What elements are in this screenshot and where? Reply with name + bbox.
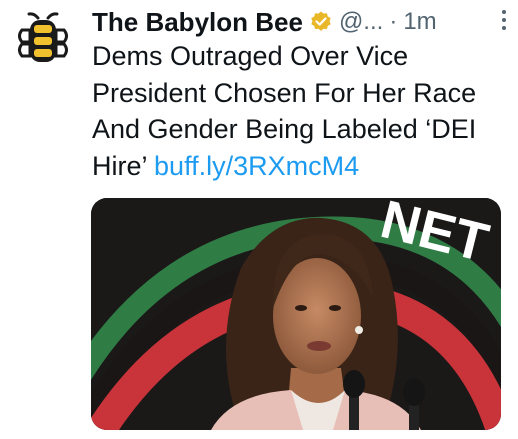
author-handle[interactable]: @... xyxy=(339,8,383,36)
more-options-icon[interactable] xyxy=(494,8,514,32)
tweet-header: The Babylon Bee @... · 1m xyxy=(92,6,502,38)
verified-badge-icon[interactable] xyxy=(309,10,333,34)
tweet-text-line: And Gender Being Labeled ‘DEI xyxy=(92,114,477,144)
tweet-text-line: Dems Outraged Over Vice xyxy=(92,41,409,71)
tweet-text-line: Hire’ buff.ly/3RXmcM4 xyxy=(92,148,512,185)
tweet-text-last: Hire’ xyxy=(92,150,147,181)
tweet-photo: NET xyxy=(91,198,501,430)
timestamp[interactable]: 1m xyxy=(403,8,436,36)
author-name[interactable]: The Babylon Bee xyxy=(92,7,303,38)
tweet-link[interactable]: buff.ly/3RXmcM4 xyxy=(154,151,359,181)
separator-dot: · xyxy=(389,8,398,35)
tweet-text-line: President Chosen For Her Race xyxy=(92,77,477,108)
tweet-media-image[interactable]: NET xyxy=(91,198,501,430)
babylon-bee-logo-icon xyxy=(18,12,68,62)
avatar[interactable] xyxy=(16,12,70,66)
tweet-text: Dems Outraged Over Vice President Chosen… xyxy=(92,38,512,184)
